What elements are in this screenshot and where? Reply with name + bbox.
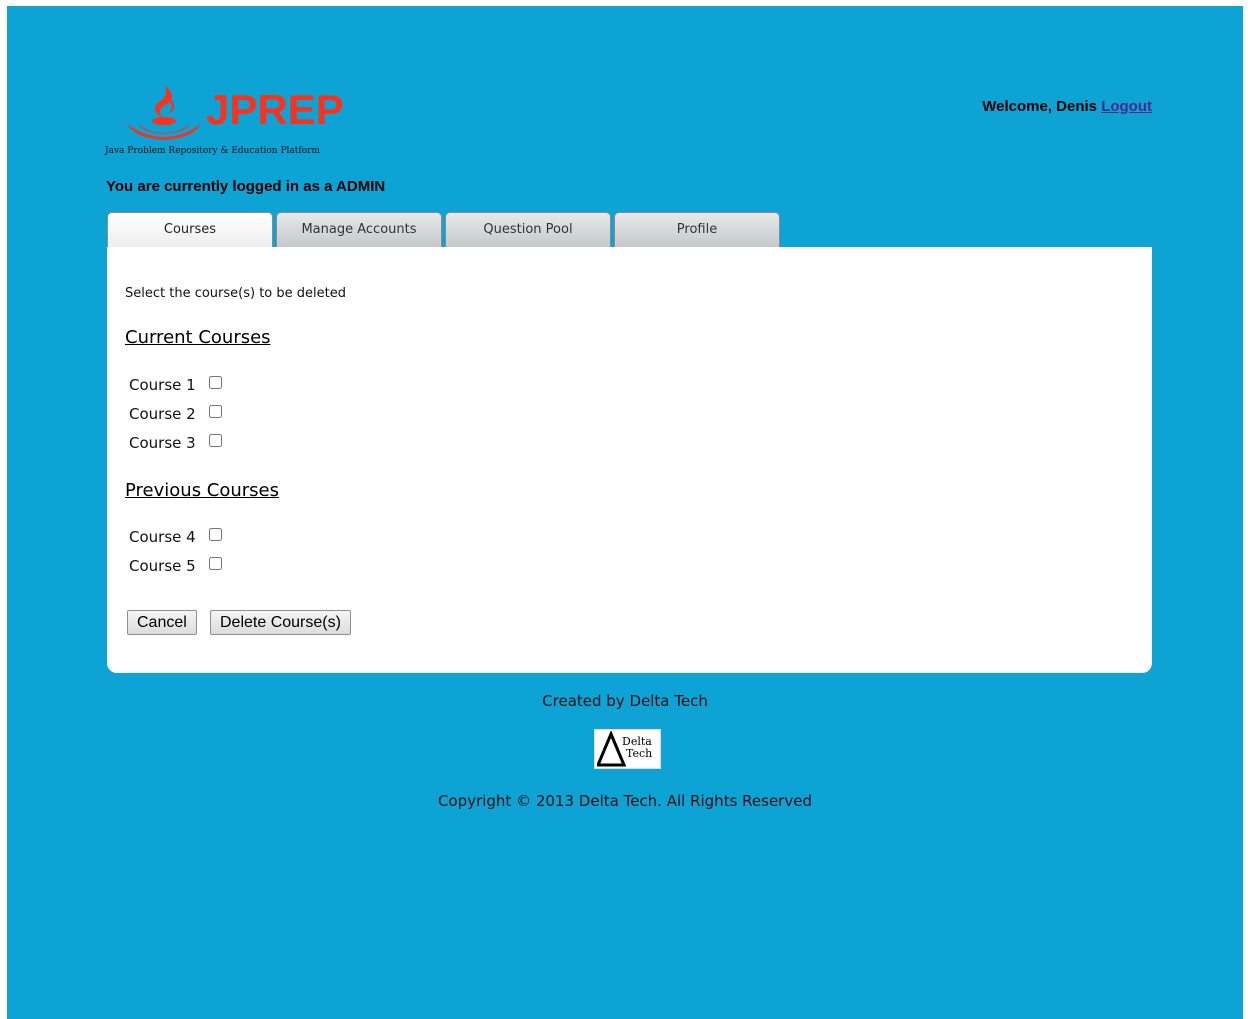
cancel-button[interactable]: Cancel — [127, 610, 197, 635]
tab-profile[interactable]: Profile — [614, 212, 780, 247]
delta-tech-logo: Delta Tech — [594, 729, 661, 769]
course-checkbox[interactable] — [208, 433, 222, 447]
flame-cup-icon — [127, 84, 201, 140]
course-item: Course 5 — [129, 556, 222, 575]
logo-tagline: Java Problem Repository & Education Plat… — [105, 146, 320, 156]
content-panel: Select the course(s) to be deleted Curre… — [107, 247, 1152, 673]
course-label: Course 5 — [129, 557, 196, 575]
tab-question-pool[interactable]: Question Pool — [445, 212, 611, 247]
welcome-text: Welcome, Denis — [982, 98, 1098, 115]
tab-manage-accounts[interactable]: Manage Accounts — [276, 212, 442, 247]
instruction-text: Select the course(s) to be deleted — [125, 286, 346, 301]
course-label: Course 3 — [129, 434, 196, 452]
current-courses-heading: Current Courses — [125, 327, 271, 348]
delta-tech-logo-text: Delta Tech — [622, 736, 652, 760]
course-checkbox[interactable] — [208, 556, 222, 570]
course-item: Course 3 — [129, 433, 222, 452]
tab-courses[interactable]: Courses — [107, 212, 273, 248]
course-checkbox[interactable] — [208, 375, 222, 389]
course-checkbox[interactable] — [208, 527, 222, 541]
welcome-area: Welcome, Denis Logout — [982, 98, 1152, 115]
login-role-text: You are currently logged in as a ADMIN — [106, 178, 386, 195]
logout-link[interactable]: Logout — [1101, 98, 1152, 115]
jprep-logo: JPREP Java Problem Repository & Educatio… — [105, 80, 365, 160]
page-background: JPREP Java Problem Repository & Educatio… — [7, 6, 1243, 1019]
course-item: Course 1 — [129, 375, 222, 394]
course-item: Course 2 — [129, 404, 222, 423]
created-by-text: Created by Delta Tech — [542, 692, 708, 710]
delete-courses-button[interactable]: Delete Course(s) — [210, 610, 351, 635]
course-checkbox[interactable] — [208, 404, 222, 418]
previous-courses-heading: Previous Courses — [125, 480, 280, 501]
course-label: Course 4 — [129, 528, 196, 546]
copyright-text: Copyright © 2013 Delta Tech. All Rights … — [438, 792, 812, 810]
delta-logo-line2: Tech — [626, 747, 653, 760]
logo-title: JPREP — [206, 86, 344, 133]
course-label: Course 1 — [129, 376, 196, 394]
course-item: Course 4 — [129, 527, 222, 546]
course-label: Course 2 — [129, 405, 196, 423]
